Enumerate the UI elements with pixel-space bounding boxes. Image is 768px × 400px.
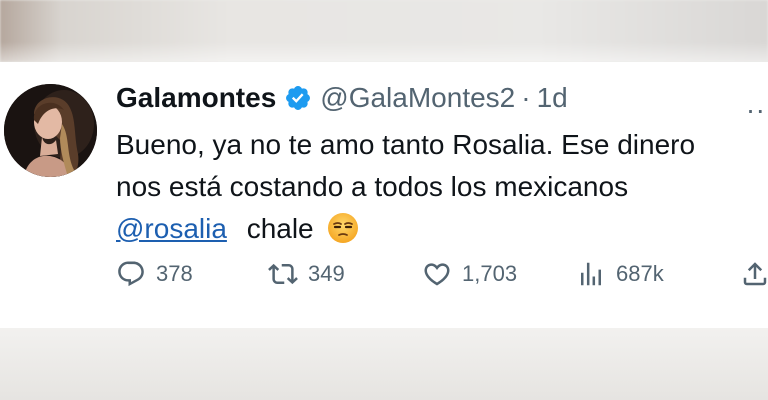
tweet-timestamp[interactable]: 1d [537, 82, 568, 114]
share-button[interactable] [740, 258, 768, 290]
verified-badge-icon [284, 84, 312, 112]
views-count: 687k [616, 261, 664, 286]
blurred-background-top [0, 0, 768, 62]
reply-icon [118, 261, 144, 287]
views-button[interactable]: 687k [576, 258, 664, 290]
more-options-icon[interactable]: ... [747, 90, 768, 118]
retweet-button[interactable]: 349 [268, 258, 345, 290]
blurred-background-bottom [0, 328, 768, 400]
tweet-text-line-2: nos está costando a todos los mexicanos [116, 171, 629, 202]
mention-link[interactable]: @rosalia [116, 213, 227, 244]
avatar[interactable] [4, 84, 97, 177]
tweet-text-tail: chale [246, 213, 314, 244]
tweet-card[interactable]: Galamontes @GalaMontes2 · 1d ... Bueno, … [0, 62, 768, 328]
like-count: 1,703 [462, 261, 518, 286]
like-button[interactable]: 1,703 [422, 258, 517, 290]
tweet-text-line-1: Bueno, ya no te amo tanto Rosalia. Ese d… [116, 129, 696, 160]
separator-dot: · [521, 82, 531, 113]
tweet-text-line-3: @rosalia chale [116, 208, 768, 250]
retweet-count: 349 [308, 261, 345, 286]
avatar-image [4, 84, 97, 177]
tweet-header: Galamontes @GalaMontes2 · 1d [116, 78, 568, 118]
reply-count: 378 [156, 261, 193, 286]
author-handle[interactable]: @GalaMontes2 [320, 82, 515, 114]
tweet-text: Bueno, ya no te amo tanto Rosalia. Ese d… [116, 124, 768, 250]
retweet-icon [268, 263, 298, 285]
heart-icon [424, 263, 450, 286]
reply-button[interactable]: 378 [116, 258, 193, 290]
views-chart-icon [581, 262, 601, 286]
unamused-face-emoji-icon [327, 212, 359, 244]
author-name[interactable]: Galamontes [116, 82, 276, 114]
share-icon [743, 262, 767, 286]
